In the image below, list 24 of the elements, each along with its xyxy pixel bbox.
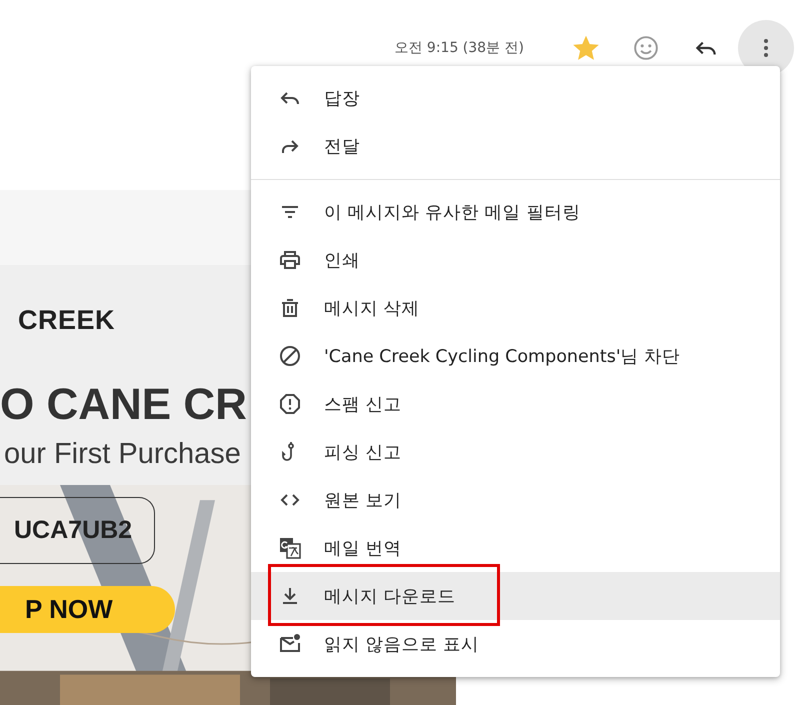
translate-icon xyxy=(278,536,302,560)
shop-now-button[interactable]: P NOW xyxy=(0,586,175,633)
emoji-icon[interactable] xyxy=(633,35,659,61)
menu-item[interactable]: 전달 xyxy=(251,122,780,170)
menu-item[interactable]: 메일 번역 xyxy=(251,524,780,572)
menu-item[interactable]: 읽지 않음으로 표시 xyxy=(251,620,780,668)
headline: O CANE CR xyxy=(0,380,247,430)
star-icon[interactable] xyxy=(573,35,599,61)
menu-item[interactable]: 답장 xyxy=(251,74,780,122)
spam-icon xyxy=(278,392,302,416)
block-icon xyxy=(278,344,302,368)
promo-code: UCA7UB2 xyxy=(0,497,155,564)
menu-item[interactable]: 메시지 삭제 xyxy=(251,284,780,332)
timestamp: 오전 9:15 (38분 전) xyxy=(394,39,524,57)
menu-item[interactable]: 스팸 신고 xyxy=(251,380,780,428)
subheading: our First Purchase xyxy=(4,438,241,471)
menu-item[interactable]: 'Cane Creek Cycling Components'님 차단 xyxy=(251,332,780,380)
menu-item[interactable]: 원본 보기 xyxy=(251,476,780,524)
brand-logo: CREEK xyxy=(18,305,116,336)
printer-icon xyxy=(278,248,302,272)
menu-item[interactable]: 메시지 다운로드 xyxy=(251,572,780,620)
menu-item[interactable]: 이 메시지와 유사한 메일 필터링 xyxy=(251,188,780,236)
menu-item[interactable]: 피싱 신고 xyxy=(251,428,780,476)
menu-item[interactable]: 인쇄 xyxy=(251,236,780,284)
